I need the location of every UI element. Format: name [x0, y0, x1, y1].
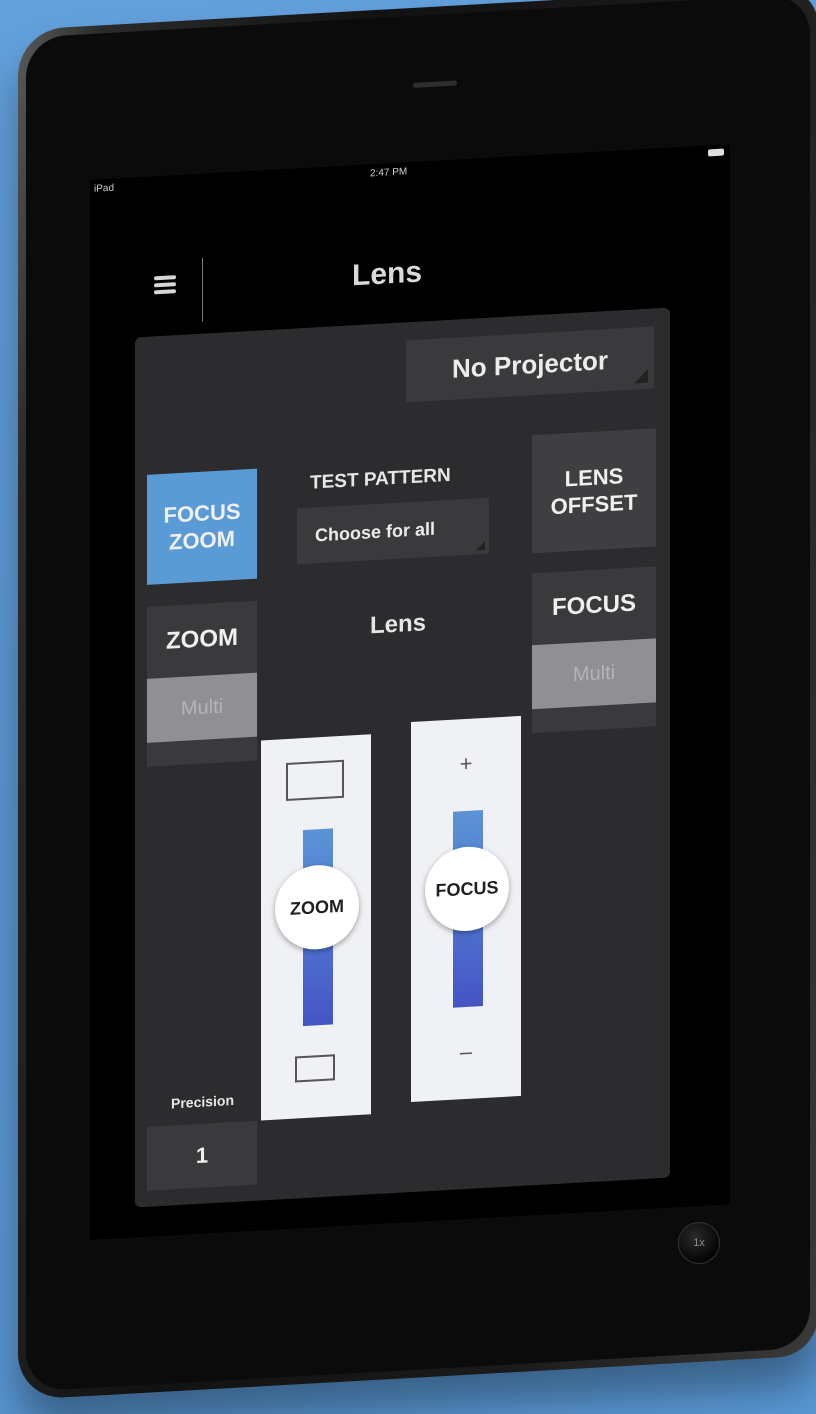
focus-slider[interactable]: + FOCUS –	[411, 715, 521, 1103]
projector-select[interactable]: No Projector	[406, 326, 654, 403]
page-title: Lens	[352, 255, 423, 293]
header-divider	[202, 257, 203, 322]
dropdown-corner-icon	[476, 540, 485, 551]
precision-label: Precision	[171, 1091, 235, 1112]
zoom-slider[interactable]: ZOOM	[261, 734, 371, 1121]
scene-background: iPad 2:47 PM Lens No Projector FOCUS ZOO…	[0, 0, 816, 1414]
focus-group: FOCUS Multi	[532, 566, 656, 734]
zoom-multi-button[interactable]: Multi	[147, 672, 257, 743]
zoom-slider-knob[interactable]: ZOOM	[275, 862, 359, 952]
dropdown-corner-icon	[634, 368, 648, 384]
home-button[interactable]: 1x	[678, 1222, 720, 1264]
menu-icon[interactable]	[154, 275, 176, 295]
zoom-group: ZOOM Multi	[147, 600, 257, 767]
focus-zoom-button[interactable]: FOCUS ZOOM	[147, 468, 257, 585]
battery-icon	[708, 148, 724, 157]
zoom-tele-icon	[295, 1054, 335, 1083]
focus-multi-button[interactable]: Multi	[532, 638, 656, 710]
projector-select-value: No Projector	[451, 344, 609, 384]
status-time: 2:47 PM	[370, 166, 408, 180]
zoom-wide-icon	[286, 759, 344, 802]
app-screen: iPad 2:47 PM Lens No Projector FOCUS ZOO…	[90, 144, 730, 1240]
test-pattern-label: TEST PATTERN	[310, 464, 451, 494]
device-label: iPad	[94, 182, 115, 195]
test-pattern-value: Choose for all	[315, 518, 436, 545]
lens-panel: No Projector FOCUS ZOOM TEST PATTERN Cho…	[135, 307, 670, 1208]
precision-input[interactable]: 1	[147, 1120, 257, 1191]
lens-offset-button[interactable]: LENS OFFSET	[532, 428, 656, 554]
focus-button[interactable]: FOCUS	[532, 566, 656, 645]
lens-center-label: Lens	[370, 609, 427, 640]
minus-icon: –	[459, 1038, 473, 1065]
plus-icon: +	[459, 750, 473, 777]
app-header: Lens	[90, 204, 730, 322]
test-pattern-select[interactable]: Choose for all	[297, 497, 489, 565]
focus-slider-knob[interactable]: FOCUS	[425, 844, 509, 934]
zoom-button[interactable]: ZOOM	[147, 601, 257, 679]
